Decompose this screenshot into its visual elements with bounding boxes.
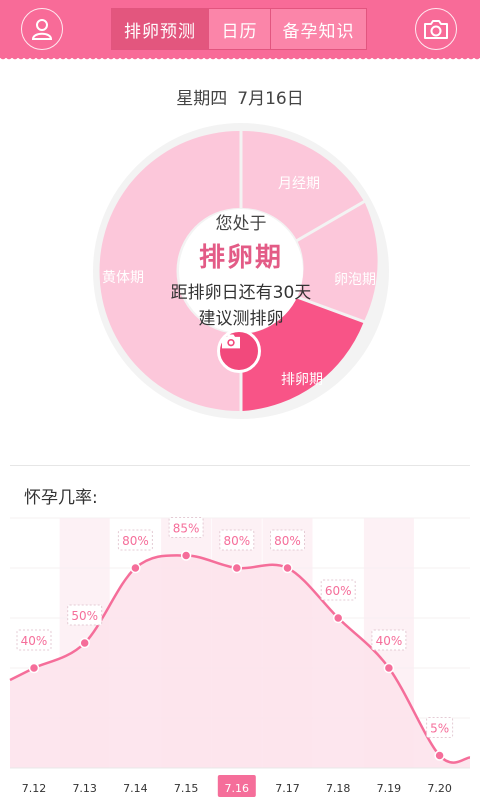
- data-point: [79, 637, 90, 649]
- data-point: [434, 750, 445, 761]
- tab-calendar[interactable]: 日历: [208, 9, 270, 49]
- tab-ovulation-prediction[interactable]: 排卵预测: [112, 9, 208, 49]
- data-label: 80%: [223, 534, 250, 548]
- x-tick-label: 7.14: [123, 782, 148, 795]
- data-label: 85%: [173, 522, 200, 536]
- camera-icon: [222, 334, 240, 349]
- data-point: [332, 612, 344, 624]
- x-tick-label: 7.12: [22, 782, 47, 795]
- status-label: 您处于: [215, 214, 267, 234]
- advice-text: 建议测排卵: [198, 309, 284, 329]
- data-label: 40%: [376, 634, 403, 648]
- data-point: [231, 562, 243, 574]
- data-point: [180, 550, 192, 561]
- user-icon: [31, 19, 53, 40]
- x-tick-label: 7.16: [225, 782, 250, 795]
- data-label: 80%: [274, 534, 301, 548]
- segment-label-ovulation: 排卵期: [281, 372, 323, 388]
- data-label: 50%: [71, 609, 98, 623]
- section-divider: [10, 465, 470, 466]
- tab-pregnancy-knowledge[interactable]: 备孕知识: [270, 9, 366, 49]
- top-bar: 排卵预测 日历 备孕知识: [0, 0, 480, 58]
- data-label: 60%: [325, 584, 352, 598]
- x-tick-label: 7.20: [427, 782, 452, 795]
- header-scallop-edge: [0, 56, 480, 62]
- data-label: 5%: [430, 722, 449, 736]
- chart-svg: 40% 50% 80% 85% 80% 80% 60% 40% 5% 7.12 7.13 7.14 7.…: [9, 517, 471, 797]
- date-display: 星期四 7月16日: [0, 84, 480, 109]
- x-tick-label: 7.13: [72, 782, 97, 795]
- tab-bar: 排卵预测 日历 备孕知识: [111, 8, 367, 50]
- data-point: [130, 562, 141, 574]
- data-label: 40%: [21, 634, 48, 648]
- segment-label-menstrual: 月经期: [278, 176, 320, 192]
- data-point: [28, 662, 40, 674]
- data-point: [383, 662, 395, 674]
- x-tick-label: 7.15: [174, 782, 199, 795]
- data-label: 80%: [122, 534, 149, 548]
- data-point: [282, 562, 293, 574]
- cycle-ring: 月经期 卵泡期 排卵期 黄体期 您处于 排卵期 距排卵日还有30天 建议测排卵: [91, 121, 391, 421]
- weekday: 星期四: [176, 89, 228, 109]
- profile-button[interactable]: [21, 8, 63, 50]
- x-tick-label: 7.19: [377, 782, 402, 795]
- camera-icon: [424, 20, 448, 39]
- x-tick-label: 7.17: [275, 782, 300, 795]
- x-tick-label: 7.18: [326, 782, 351, 795]
- days-countdown: 距排卵日还有30天: [170, 283, 312, 303]
- pregnancy-chance-chart: 40% 50% 80% 85% 80% 80% 60% 40% 5% 7.12 7.13 7.14 7.…: [0, 505, 480, 800]
- current-phase: 排卵期: [198, 243, 283, 273]
- test-camera-button[interactable]: [217, 329, 261, 373]
- camera-button[interactable]: [415, 8, 457, 50]
- date-text: 7月16日: [237, 89, 304, 109]
